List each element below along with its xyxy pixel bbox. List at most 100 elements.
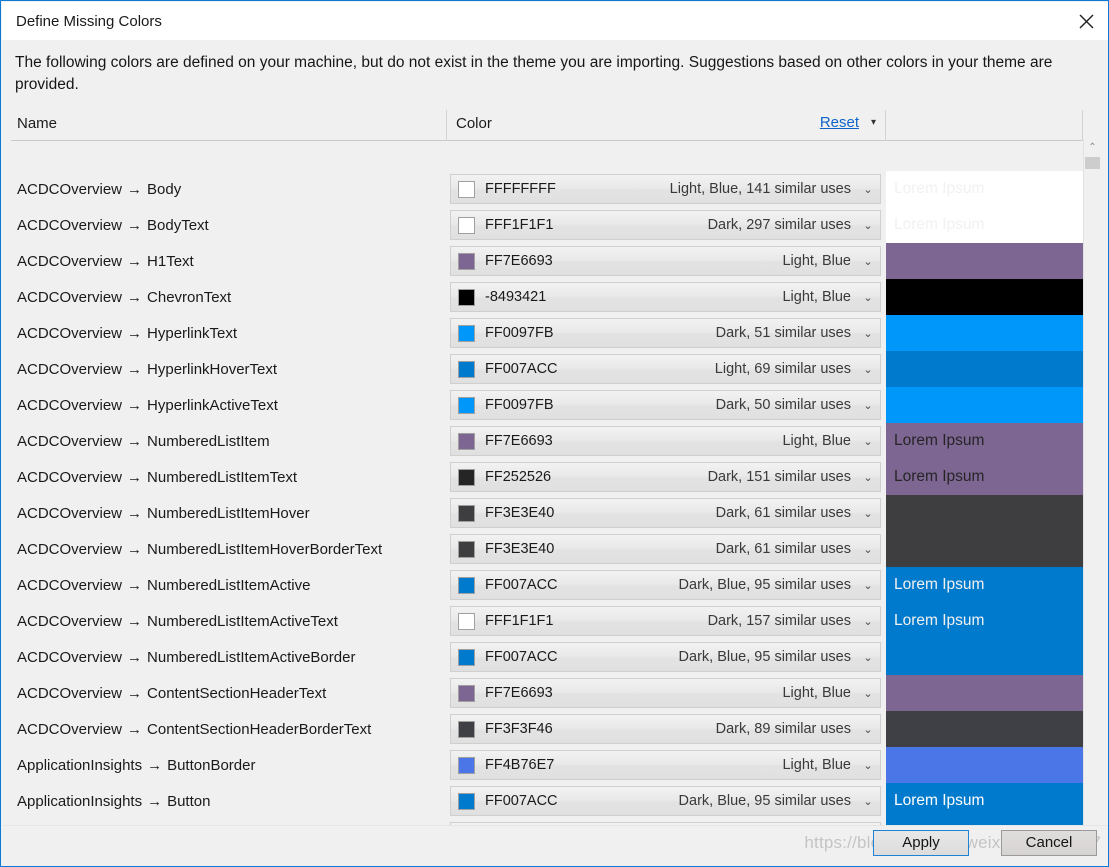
color-select[interactable]: FF3F3F46 Dark, 89 similar uses ⌄ [450, 714, 881, 744]
color-cell: FFF1F1F1 Dark, 297 similar uses ⌄ [447, 210, 886, 240]
chevron-down-icon[interactable]: ⌄ [860, 795, 880, 808]
dialog-body: The following colors are defined on your… [2, 40, 1108, 866]
color-usage-description: Light, 69 similar uses [714, 361, 851, 377]
color-key-token: NumberedListItemHover [147, 504, 310, 522]
color-key-name: ACDCOverview → HyperlinkText [11, 325, 447, 342]
color-hex-value: FF3F3F46 [485, 721, 553, 737]
color-key-category: ApplicationInsights [17, 792, 143, 810]
table-row: ACDCOverview → HyperlinkHoverText FF007ACC L… [11, 351, 1083, 387]
chevron-down-icon[interactable]: ⌄ [860, 327, 880, 340]
color-usage-description: Light, Blue [782, 433, 851, 449]
color-cell: FF007ACC Dark, Blue, 95 similar uses ⌄ [447, 642, 886, 672]
color-key-token: NumberedListItemText [147, 468, 298, 486]
close-button[interactable] [1063, 2, 1108, 40]
color-swatch-icon [458, 216, 475, 234]
color-select[interactable]: FF252526 Dark, 151 similar uses ⌄ [450, 462, 881, 492]
chevron-down-icon[interactable]: ⌄ [860, 399, 880, 412]
color-key-category: ACDCOverview [17, 324, 123, 342]
color-swatch-icon [458, 648, 475, 666]
arrow-right-icon: → [127, 324, 143, 342]
vertical-scrollbar[interactable]: ⌃ ⌄ [1083, 139, 1100, 861]
color-key-token: ButtonBorder [167, 756, 256, 774]
color-swatch-icon [458, 324, 475, 342]
table-row: ACDCOverview → NumberedListItemActiveText F… [11, 603, 1083, 639]
color-select[interactable]: FF007ACC Dark, Blue, 95 similar uses ⌄ [450, 570, 881, 600]
chevron-down-icon[interactable]: ⌄ [860, 471, 880, 484]
color-swatch-icon [458, 756, 475, 774]
color-select[interactable]: -8493421 Light, Blue ⌄ [450, 282, 881, 312]
column-header-color: Color Reset ▾ [447, 110, 886, 141]
chevron-down-icon[interactable]: ⌄ [860, 723, 880, 736]
color-hex-value: -8493421 [485, 289, 547, 305]
color-select[interactable]: FF3E3E40 Dark, 61 similar uses ⌄ [450, 498, 881, 528]
color-select[interactable]: FF007ACC Dark, Blue, 95 similar uses ⌄ [450, 642, 881, 672]
chevron-down-icon[interactable]: ⌄ [860, 183, 880, 196]
color-select[interactable]: FFF1F1F1 Dark, 297 similar uses ⌄ [450, 210, 881, 240]
color-select[interactable]: FF3E3E40 Dark, 61 similar uses ⌄ [450, 534, 881, 564]
chevron-down-icon[interactable]: ⌄ [860, 507, 880, 520]
color-select[interactable]: FF4B76E7 Light, Blue ⌄ [450, 750, 881, 780]
chevron-down-icon[interactable]: ⌄ [860, 435, 880, 448]
color-select[interactable]: FF7E6693 Light, Blue ⌄ [450, 678, 881, 708]
color-hex-value: FFF1F1F1 [485, 217, 554, 233]
color-usage-description: Light, Blue [782, 289, 851, 305]
table-row: ApplicationInsights → ButtonBorder FF4B76E7… [11, 747, 1083, 783]
grid-header: Name Color Reset ▾ [11, 110, 1100, 141]
color-usage-description: Dark, Blue, 95 similar uses [678, 649, 851, 665]
table-row: ACDCOverview → NumberedListItemActive FF007… [11, 567, 1083, 603]
arrow-right-icon: → [127, 216, 143, 234]
color-select[interactable]: FF007ACC Dark, Blue, 95 similar uses ⌄ [450, 786, 881, 816]
color-preview [886, 243, 1083, 279]
color-select[interactable]: FF7E6693 Light, Blue ⌄ [450, 426, 881, 456]
color-key-token: BodyText [147, 216, 209, 234]
color-select[interactable]: FFFFFFFF Light, Blue, 141 similar uses ⌄ [450, 174, 881, 204]
table-row: ApplicationInsights → Button FF007ACC Dark, … [11, 783, 1083, 819]
chevron-down-icon[interactable]: ⌄ [860, 651, 880, 664]
color-key-token: NumberedListItemActive [147, 576, 311, 594]
color-preview: Lorem Ipsum [886, 603, 1083, 639]
chevron-down-icon[interactable]: ⌄ [860, 291, 880, 304]
chevron-down-icon[interactable]: ⌄ [860, 759, 880, 772]
chevron-down-icon[interactable]: ⌄ [860, 219, 880, 232]
color-hex-value: FF0097FB [485, 325, 554, 341]
chevron-down-icon[interactable]: ⌄ [860, 363, 880, 376]
chevron-down-icon[interactable]: ⌄ [860, 543, 880, 556]
reset-dropdown-caret-icon[interactable]: ▾ [871, 117, 876, 128]
color-usage-description: Dark, 50 similar uses [715, 397, 851, 413]
color-key-category: ACDCOverview [17, 252, 123, 270]
color-key-name: ACDCOverview → NumberedListItemActiveBorde… [11, 649, 447, 666]
color-cell: FF007ACC Light, 69 similar uses ⌄ [447, 354, 886, 384]
arrow-right-icon: → [127, 576, 143, 594]
color-select[interactable]: FFF1F1F1 Dark, 157 similar uses ⌄ [450, 606, 881, 636]
color-key-name: ACDCOverview → NumberedListItemActive [11, 577, 447, 594]
color-select[interactable]: FF0097FB Dark, 50 similar uses ⌄ [450, 390, 881, 420]
color-swatch-icon [458, 180, 475, 198]
color-key-token: ContentSectionHeaderBorderText [147, 720, 372, 738]
arrow-right-icon: → [127, 180, 143, 198]
apply-button[interactable]: Apply [873, 830, 969, 856]
chevron-down-icon[interactable]: ⌄ [860, 615, 880, 628]
color-key-category: ACDCOverview [17, 180, 123, 198]
color-key-category: ACDCOverview [17, 648, 123, 666]
color-select[interactable]: FF0097FB Dark, 51 similar uses ⌄ [450, 318, 881, 348]
color-select[interactable]: FF7E6693 Light, Blue ⌄ [450, 246, 881, 276]
preview-sample-text: Lorem Ipsum [894, 432, 985, 449]
table-row: ACDCOverview → NumberedListItemHover FF3E3E… [11, 495, 1083, 531]
color-swatch-icon [458, 360, 475, 378]
color-key-token: ContentSectionHeaderText [147, 684, 327, 702]
scroll-up-arrow-icon[interactable]: ⌃ [1084, 139, 1101, 156]
color-preview: Lorem Ipsum [886, 207, 1083, 243]
arrow-right-icon: → [127, 432, 143, 450]
color-grid: ACDCOverview → Body FFFFFFFF Light, Blue, 14… [11, 171, 1100, 861]
color-preview [886, 711, 1083, 747]
color-select[interactable]: FF007ACC Light, 69 similar uses ⌄ [450, 354, 881, 384]
scrollbar-thumb[interactable] [1085, 157, 1100, 169]
chevron-down-icon[interactable]: ⌄ [860, 255, 880, 268]
cancel-button[interactable]: Cancel [1001, 830, 1097, 856]
chevron-down-icon[interactable]: ⌄ [860, 579, 880, 592]
color-key-category: ACDCOverview [17, 360, 123, 378]
reset-link[interactable]: Reset [820, 114, 859, 131]
arrow-right-icon: → [127, 720, 143, 738]
color-key-token: ChevronText [147, 288, 232, 306]
chevron-down-icon[interactable]: ⌄ [860, 687, 880, 700]
